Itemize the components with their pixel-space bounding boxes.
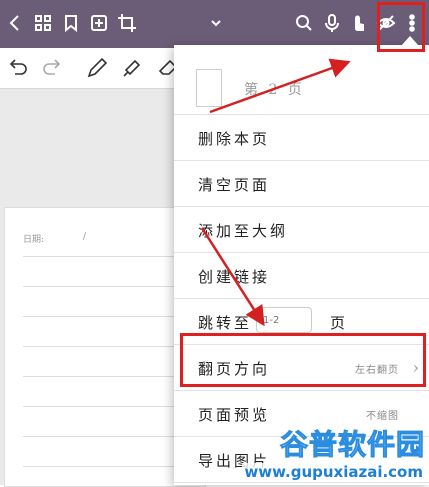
chevron-down-icon[interactable]: [203, 10, 229, 36]
page-preview-label: 页面预览: [198, 406, 271, 424]
watermark: 谷普软件园 www.gupuxiazai.com: [242, 423, 425, 481]
goto-label: 跳转至: [198, 314, 253, 332]
highlight-flip-direction: [180, 333, 426, 387]
pen-icon[interactable]: [85, 56, 109, 80]
mic-icon[interactable]: [319, 10, 345, 36]
add-outline-item[interactable]: 添加至大纲: [174, 207, 429, 253]
menu-page-header: 第 2 页: [174, 45, 429, 115]
page-thumbnail: [196, 69, 222, 107]
clear-page-label: 清空页面: [198, 176, 271, 194]
create-link-item[interactable]: 创建链接: [174, 253, 429, 299]
page-preview-value: 不缩图: [366, 411, 399, 422]
crop-icon[interactable]: [114, 10, 140, 36]
watermark-text: 谷普软件园: [279, 428, 425, 462]
bookmark-icon[interactable]: [58, 10, 84, 36]
grid-icon[interactable]: [30, 10, 56, 36]
date-label: 日期:: [23, 235, 45, 245]
back-icon[interactable]: [2, 10, 28, 36]
top-bar: [0, 0, 429, 48]
delete-page-item[interactable]: 删除本页: [174, 115, 429, 161]
redo-icon[interactable]: [40, 56, 64, 80]
marker-icon[interactable]: [120, 56, 144, 80]
delete-page-label: 删除本页: [198, 130, 271, 148]
date-slash: /: [83, 232, 87, 242]
create-link-label: 创建链接: [198, 268, 271, 286]
more-menu: 第 2 页 删除本页 清空页面 添加至大纲 创建链接 跳转至 页 翻页方向 左右…: [174, 45, 429, 485]
highlight-more-button: [377, 2, 425, 52]
goto-page-input[interactable]: [256, 307, 312, 333]
touch-icon[interactable]: [345, 10, 371, 36]
add-page-icon[interactable]: [86, 10, 112, 36]
undo-icon[interactable]: [6, 56, 30, 80]
watermark-url: www.gupuxiazai.com: [242, 463, 425, 481]
page-number: 第 2 页: [244, 82, 305, 98]
add-outline-label: 添加至大纲: [198, 222, 289, 240]
clear-page-item[interactable]: 清空页面: [174, 161, 429, 207]
goto-suffix: 页: [330, 314, 349, 332]
search-icon[interactable]: [291, 10, 317, 36]
